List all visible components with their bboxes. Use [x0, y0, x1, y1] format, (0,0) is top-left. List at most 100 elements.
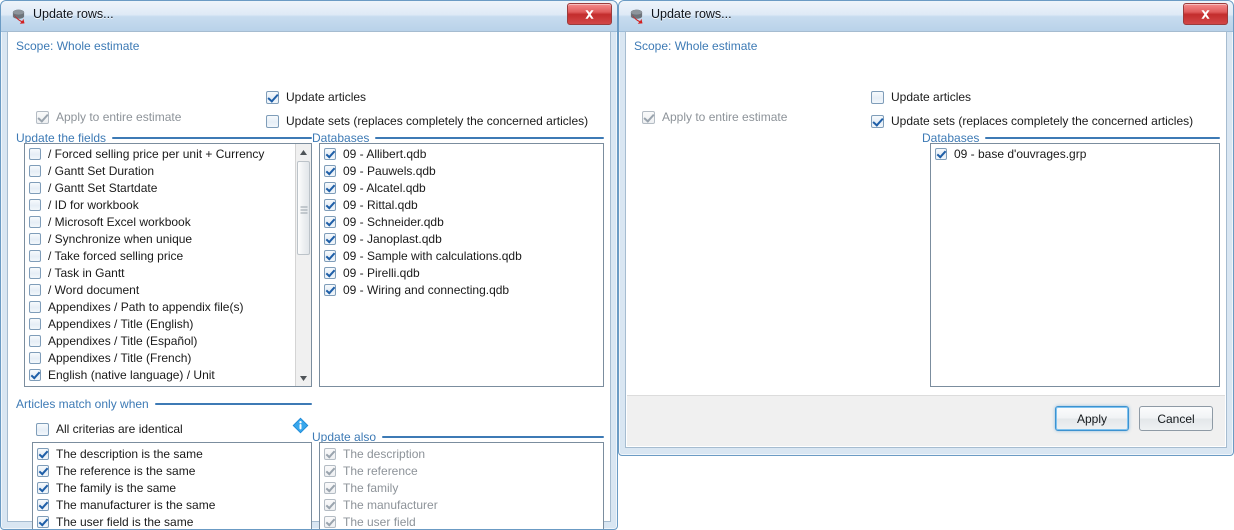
- list-item[interactable]: The description is the same: [33, 445, 311, 462]
- group-label: Articles match only when: [16, 397, 149, 411]
- list-item[interactable]: 09 - base d'ouvrages.grp: [931, 145, 1219, 162]
- list-item[interactable]: 09 - Janoplast.qdb: [320, 230, 603, 247]
- list-item[interactable]: The user field is the same: [33, 513, 311, 529]
- update-sets-checkbox[interactable]: Update sets (replaces completely the con…: [871, 114, 1193, 128]
- close-icon[interactable]: [567, 3, 612, 25]
- title-bar-left[interactable]: Update rows...: [1, 1, 617, 32]
- update-articles-checkbox[interactable]: Update articles: [266, 90, 366, 104]
- checkbox-box: [29, 266, 41, 279]
- list-item[interactable]: 09 - Allibert.qdb: [320, 145, 603, 162]
- apply-to-entire-estimate-checkbox[interactable]: Apply to entire estimate: [36, 110, 181, 124]
- databases-listbox-right[interactable]: 09 - base d'ouvrages.grp: [930, 143, 1220, 387]
- list-item-label: The manufacturer is the same: [56, 497, 216, 512]
- update-also-listbox[interactable]: The description The reference The family Th…: [319, 442, 604, 529]
- fields-scrollbar[interactable]: [295, 144, 311, 386]
- list-item[interactable]: / Microsoft Excel workbook: [25, 213, 294, 230]
- list-item-label: / Gantt Set Startdate: [48, 180, 158, 195]
- scope-label: Scope: Whole estimate: [634, 39, 758, 53]
- fields-listbox[interactable]: / Forced selling price per unit + Curren…: [24, 143, 312, 387]
- checkbox-box: [29, 164, 41, 177]
- list-item-label: Appendixes / Path to appendix file(s): [48, 299, 244, 314]
- list-item[interactable]: / Forced selling price per unit + Curren…: [25, 145, 294, 162]
- checkbox-box: [324, 283, 336, 296]
- scroll-up-icon[interactable]: [296, 144, 311, 160]
- checkbox-box: [29, 198, 41, 211]
- update-rows-dialog-left[interactable]: Update rows... Scope: Whole estimate App…: [0, 0, 618, 530]
- list-item[interactable]: The reference: [320, 462, 603, 479]
- checkbox-box: [29, 215, 41, 228]
- update-articles-checkbox[interactable]: Update articles: [871, 90, 971, 104]
- scrollbar-thumb[interactable]: [297, 161, 310, 255]
- databases-listbox-left[interactable]: 09 - Allibert.qdb 09 - Pauwels.qdb 09 - Al…: [319, 143, 604, 387]
- list-item-label: The user field: [343, 514, 416, 529]
- list-item-label: The user field is the same: [56, 514, 194, 529]
- list-item-label: Appendixes / Title (Español): [48, 333, 198, 348]
- list-item[interactable]: The family is the same: [33, 479, 311, 496]
- list-item[interactable]: English (native language) / Unit: [25, 366, 294, 383]
- criteria-listbox[interactable]: The description is the same The reference…: [32, 442, 312, 529]
- button-label: Apply: [1076, 411, 1108, 426]
- checkbox-box: [324, 215, 336, 228]
- articles-match-group-header: Articles match only when: [16, 397, 312, 411]
- list-item[interactable]: / Task in Gantt: [25, 264, 294, 281]
- close-icon[interactable]: [1183, 3, 1228, 25]
- list-item[interactable]: The reference is the same: [33, 462, 311, 479]
- list-item[interactable]: The description: [320, 445, 603, 462]
- list-item[interactable]: Appendixes / Path to appendix file(s): [25, 298, 294, 315]
- list-item[interactable]: 09 - Wiring and connecting.qdb: [320, 281, 603, 298]
- checkbox-box: [324, 266, 336, 279]
- group-rule: [154, 403, 312, 405]
- list-item-label: / Word document: [48, 282, 140, 297]
- list-item[interactable]: The manufacturer: [320, 496, 603, 513]
- list-item-label: 09 - Sample with calculations.qdb: [343, 248, 522, 263]
- checkbox-box: [324, 249, 336, 262]
- list-item[interactable]: / Take forced selling price: [25, 247, 294, 264]
- list-item[interactable]: 09 - Alcatel.qdb: [320, 179, 603, 196]
- info-icon[interactable]: [292, 417, 309, 434]
- update-rows-dialog-right[interactable]: Update rows... Scope: Whole estimate App…: [618, 0, 1234, 456]
- list-item[interactable]: 09 - Pirelli.qdb: [320, 264, 603, 281]
- list-item-label: The family is the same: [56, 480, 177, 495]
- checkbox-box: [29, 317, 41, 330]
- title-bar-right[interactable]: Update rows...: [619, 1, 1233, 32]
- list-item[interactable]: / Word document: [25, 281, 294, 298]
- scroll-down-icon[interactable]: [296, 370, 311, 386]
- update-sets-checkbox[interactable]: Update sets (replaces completely the con…: [266, 114, 588, 128]
- checkbox-box: [871, 114, 884, 128]
- all-criterias-checkbox[interactable]: All criterias are identical: [36, 422, 183, 436]
- apply-button[interactable]: Apply: [1055, 406, 1129, 431]
- window-title: Update rows...: [33, 7, 114, 21]
- checkbox-box: [324, 147, 336, 160]
- list-item[interactable]: Appendixes / Title (English): [25, 315, 294, 332]
- checkbox-box: [36, 422, 49, 436]
- list-item[interactable]: The family: [320, 479, 603, 496]
- scope-label: Scope: Whole estimate: [16, 39, 140, 53]
- cancel-button[interactable]: Cancel: [1139, 406, 1213, 431]
- list-item[interactable]: The manufacturer is the same: [33, 496, 311, 513]
- list-item[interactable]: Appendixes / Title (French): [25, 349, 294, 366]
- list-item-label: / Take forced selling price: [48, 248, 184, 263]
- checkbox-box: [37, 498, 49, 511]
- checkbox-box: [29, 249, 41, 262]
- list-item-label: 09 - Pirelli.qdb: [343, 265, 420, 280]
- checkbox-label: Apply to entire estimate: [56, 110, 182, 124]
- list-item[interactable]: 09 - Sample with calculations.qdb: [320, 247, 603, 264]
- list-item-label: Appendixes / Title (French): [48, 350, 192, 365]
- list-item[interactable]: / Gantt Set Duration: [25, 162, 294, 179]
- list-item[interactable]: / Gantt Set Startdate: [25, 179, 294, 196]
- apply-to-entire-estimate-checkbox[interactable]: Apply to entire estimate: [642, 110, 787, 124]
- list-item[interactable]: 09 - Pauwels.qdb: [320, 162, 603, 179]
- checkbox-label: Update articles: [286, 90, 367, 104]
- list-item[interactable]: / ID for workbook: [25, 196, 294, 213]
- list-item[interactable]: Appendixes / Title (Español): [25, 332, 294, 349]
- checkbox-box: [935, 147, 947, 160]
- list-item[interactable]: 09 - Rittal.qdb: [320, 196, 603, 213]
- group-rule: [382, 436, 604, 438]
- update-rows-icon: [628, 7, 645, 24]
- list-item[interactable]: / Synchronize when unique: [25, 230, 294, 247]
- list-item[interactable]: The user field: [320, 513, 603, 529]
- list-item-label: 09 - Pauwels.qdb: [343, 163, 436, 178]
- button-label: Cancel: [1157, 411, 1195, 426]
- list-item[interactable]: 09 - Schneider.qdb: [320, 213, 603, 230]
- checkbox-box: [37, 515, 49, 528]
